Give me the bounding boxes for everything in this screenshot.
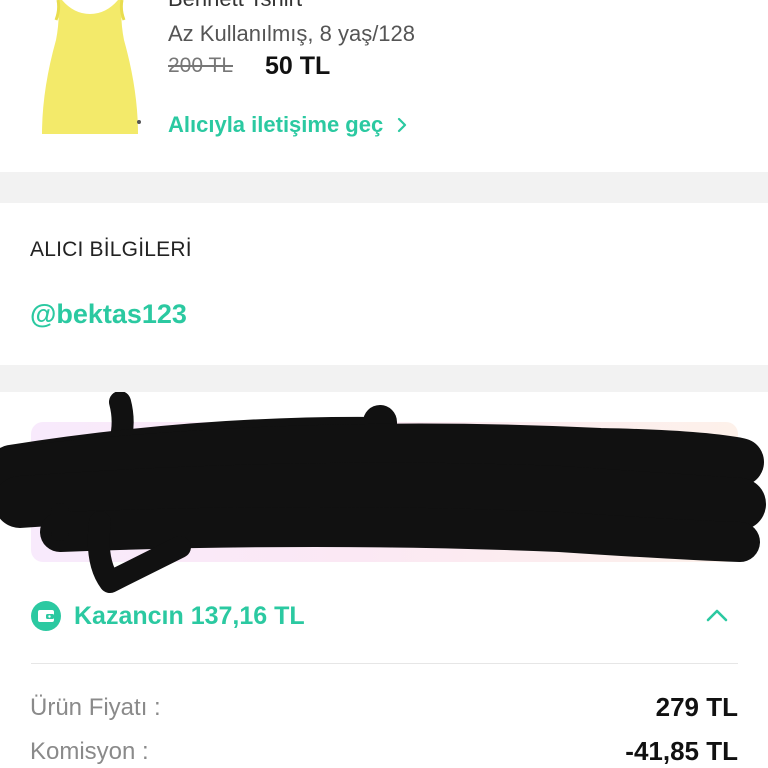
earnings-label: Kazancın 137,16 TL xyxy=(74,601,305,630)
product-card: Bennett Tshirt Az Kullanılmış, 8 yaş/128… xyxy=(0,0,768,172)
buyer-info-section: ALICI BİLGİLERİ @bektas123 xyxy=(0,203,768,365)
chevron-up-icon[interactable] xyxy=(704,603,730,629)
commission-label: Komisyon : xyxy=(30,738,149,765)
old-price: 200 TL xyxy=(168,54,233,77)
product-title: Bennett Tshirt xyxy=(168,0,302,12)
earnings-toggle[interactable]: Kazancın 137,16 TL xyxy=(30,595,738,637)
product-price-value: 279 TL xyxy=(655,692,738,722)
buyer-info-heading: ALICI BİLGİLERİ xyxy=(30,238,192,261)
section-separator xyxy=(0,172,768,203)
earnings-section: Kazancın 137,16 TL Ürün Fiyatı : 279 TL … xyxy=(0,392,768,768)
contact-buyer-link[interactable]: Alıcıyla iletişime geç xyxy=(168,112,411,138)
buyer-username-link[interactable]: @bektas123 xyxy=(30,299,187,330)
divider xyxy=(31,663,738,664)
product-price-label: Ürün Fiyatı : xyxy=(30,694,161,721)
section-separator xyxy=(0,365,768,392)
commission-value: -41,85 TL xyxy=(625,736,738,766)
product-condition: Az Kullanılmış, 8 yaş/128 xyxy=(168,21,416,46)
chevron-right-icon xyxy=(398,117,407,133)
product-image xyxy=(42,0,141,134)
wallet-icon xyxy=(31,601,61,631)
product-price: 50 TL xyxy=(265,52,331,80)
contact-buyer-label: Alıcıyla iletişime geç xyxy=(168,112,384,137)
redaction-scribble xyxy=(0,392,766,593)
